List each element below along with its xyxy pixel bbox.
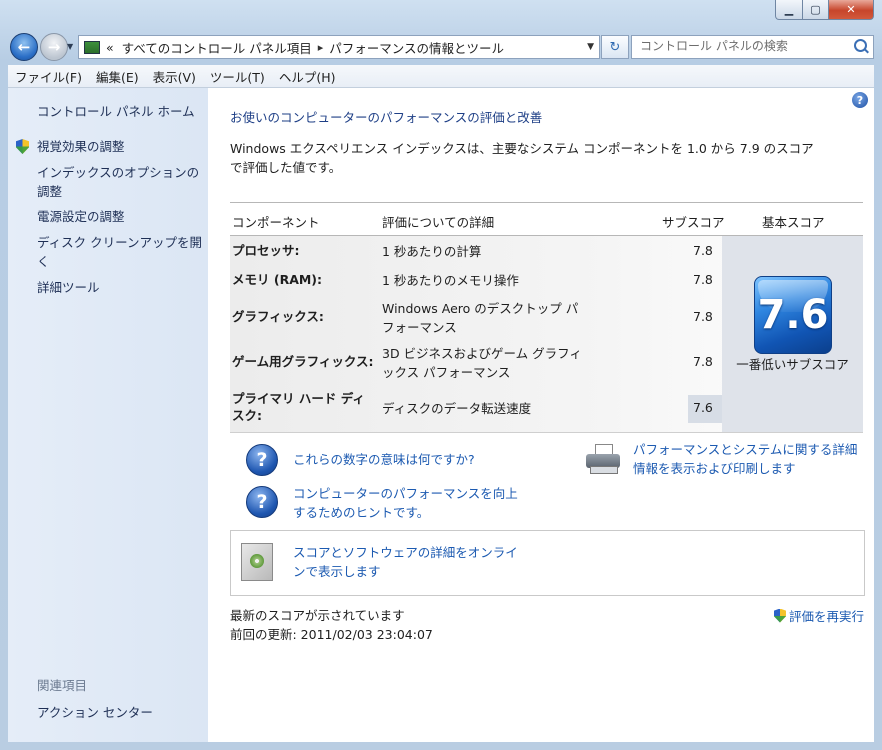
base-score-caption: 一番低いサブスコア (736, 357, 849, 372)
online-details-box: スコアとソフトウェアの詳細をオンラインで表示します (230, 530, 865, 596)
menu-tools[interactable]: ツール(T) (203, 67, 272, 86)
printer-icon (586, 444, 620, 474)
tips-link[interactable]: コンピューターのパフォーマンスを向上するためのヒントです。 (293, 484, 518, 522)
rerun-label[interactable]: 評価を再実行 (789, 606, 864, 625)
back-button[interactable]: ← (10, 33, 38, 61)
search-box (631, 35, 874, 59)
breadcrumb-overflow[interactable]: « (106, 40, 114, 55)
base-score-value: 7.6 (757, 292, 829, 338)
menu-edit[interactable]: 編集(E) (89, 67, 146, 86)
sidebar-item-power-settings[interactable]: 電源設定の調整 (37, 207, 125, 226)
header-component: コンポーネント (232, 215, 320, 230)
header-subscore: サブスコア (662, 215, 725, 230)
minimize-button[interactable]: ▁ (775, 0, 803, 20)
online-details-link[interactable]: スコアとソフトウェアの詳細をオンラインで表示します (293, 543, 518, 581)
base-score-badge: 7.6 (754, 276, 832, 354)
breadcrumb-all-items[interactable]: すべてのコントロール パネル項目 (122, 38, 312, 57)
uac-shield-icon (773, 608, 786, 623)
search-icon[interactable] (854, 39, 867, 52)
menu-bar: ファイル(F) 編集(E) 表示(V) ツール(T) ヘルプ(H) (8, 65, 874, 88)
subscore-value: 7.8 (693, 272, 713, 287)
score-table: コンポーネント 評価についての詳細 サブスコア 基本スコア プロセッサ: 1 秒… (230, 202, 863, 433)
address-dropdown-icon[interactable]: ▼ (587, 42, 594, 52)
sidebar-item-visual-effects[interactable]: 視覚効果の調整 (37, 137, 125, 156)
component-name: ゲーム用グラフィックス: (232, 354, 374, 369)
maximize-button[interactable]: ▢ (803, 0, 829, 20)
status-last-update: 前回の更新: 2011/02/03 23:04:07 (230, 627, 433, 642)
component-detail: 3D ビジネスおよびゲーム グラフィックス パフォーマンス (382, 346, 582, 380)
header-detail: 評価についての詳細 (382, 215, 495, 230)
print-details-link[interactable]: パフォーマンスとシステムに関する詳細情報を表示および印刷します (633, 440, 865, 478)
component-detail: Windows Aero のデスクトップ パフォーマンス (382, 301, 579, 335)
refresh-button[interactable]: ↻ (601, 35, 629, 59)
subscore-value: 7.8 (693, 309, 713, 324)
search-input[interactable] (632, 36, 845, 56)
component-name: プロセッサ: (232, 243, 300, 258)
subscore-value: 7.8 (693, 243, 713, 258)
status-latest: 最新のスコアが示されています (230, 608, 405, 623)
control-panel-icon (84, 40, 100, 54)
refresh-icon: ↻ (609, 39, 621, 55)
breadcrumb-performance[interactable]: パフォーマンスの情報とツール (329, 38, 504, 57)
component-detail: 1 秒あたりの計算 (382, 244, 482, 259)
sidebar-item-advanced-tools[interactable]: 詳細ツール (37, 278, 100, 297)
component-name: グラフィックス: (232, 309, 324, 324)
question-icon: ? (246, 486, 278, 518)
arrow-left-icon: ← (17, 38, 31, 56)
forward-button[interactable]: → (40, 33, 68, 61)
arrow-right-icon: → (47, 38, 61, 56)
uac-shield-icon (16, 139, 29, 154)
component-name: メモリ (RAM): (232, 272, 323, 287)
sidebar-item-action-center[interactable]: アクション センター (37, 703, 153, 722)
question-icon: ? (246, 444, 278, 476)
related-header: 関連項目 (37, 678, 88, 693)
address-bar[interactable]: « すべてのコントロール パネル項目 ▸ パフォーマンスの情報とツール ▼ (78, 35, 600, 59)
menu-view[interactable]: 表示(V) (146, 67, 203, 86)
status-text: 最新のスコアが示されています 前回の更新: 2011/02/03 23:04:0… (230, 606, 433, 644)
history-dropdown-icon[interactable]: ▼ (67, 42, 73, 51)
subscore-value: 7.6 (693, 400, 713, 415)
rerun-assessment-link[interactable]: 評価を再実行 (773, 606, 864, 625)
sidebar: コントロール パネル ホーム 視覚効果の調整 インデックスのオプションの調整 電… (8, 88, 208, 742)
explorer-window: ▁ ▢ ✕ ← → ▼ « すべてのコントロール パネル項目 ▸ パフォーマンス… (0, 0, 882, 750)
base-score-panel: 7.6 一番低いサブスコア (722, 236, 863, 432)
component-detail: ディスクのデータ転送速度 (382, 401, 532, 416)
page-title: お使いのコンピューターのパフォーマンスの評価と改善 (230, 110, 543, 125)
table-body: プロセッサ: 1 秒あたりの計算 7.8 メモリ (RAM): 1 秒あたりのメ… (230, 236, 863, 433)
subscore-value: 7.8 (693, 354, 713, 369)
close-button[interactable]: ✕ (829, 0, 874, 20)
menu-file[interactable]: ファイル(F) (8, 67, 89, 86)
sidebar-item-disk-cleanup[interactable]: ディスク クリーンアップを開く (37, 233, 202, 271)
header-basescore: 基本スコア (762, 215, 825, 230)
caption-buttons: ▁ ▢ ✕ (775, 0, 874, 20)
breadcrumb-separator-icon[interactable]: ▸ (318, 41, 324, 54)
software-box-icon (241, 543, 273, 581)
table-header: コンポーネント 評価についての詳細 サブスコア 基本スコア (230, 202, 863, 236)
main-content: ? お使いのコンピューターのパフォーマンスの評価と改善 Windows エクスペ… (208, 88, 874, 742)
sidebar-home-link[interactable]: コントロール パネル ホーム (37, 102, 195, 121)
sidebar-item-index-options[interactable]: インデックスのオプションの調整 (37, 163, 202, 201)
help-icon[interactable]: ? (852, 92, 868, 108)
component-detail: 1 秒あたりのメモリ操作 (382, 273, 519, 288)
intro-text: Windows エクスペリエンス インデックスは、主要なシステム コンポーネント… (230, 141, 814, 175)
component-name: プライマリ ハード ディスク: (232, 391, 365, 423)
what-mean-link[interactable]: これらの数字の意味は何ですか? (293, 450, 475, 469)
menu-help[interactable]: ヘルプ(H) (272, 67, 343, 86)
